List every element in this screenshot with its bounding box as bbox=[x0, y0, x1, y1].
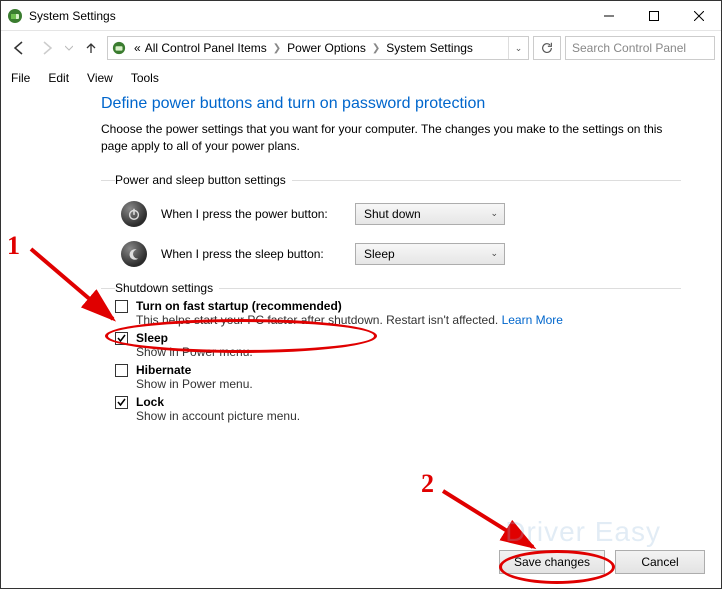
lock-checkbox[interactable] bbox=[115, 396, 128, 409]
maximize-button[interactable] bbox=[631, 1, 676, 31]
sleep-button-label: When I press the sleep button: bbox=[161, 247, 341, 261]
menu-tools[interactable]: Tools bbox=[131, 71, 159, 85]
minimize-button[interactable] bbox=[586, 1, 631, 31]
watermark: Driver Easy bbox=[505, 516, 661, 548]
power-options-icon bbox=[110, 39, 128, 57]
window-title: System Settings bbox=[29, 9, 116, 23]
power-icon bbox=[121, 201, 147, 227]
hibernate-label: Hibernate bbox=[136, 363, 253, 377]
refresh-button[interactable] bbox=[533, 36, 561, 60]
sleep-button-row: When I press the sleep button: Sleep ⌄ bbox=[121, 241, 681, 267]
save-changes-button[interactable]: Save changes bbox=[499, 550, 605, 574]
chevron-down-icon: ⌄ bbox=[490, 248, 498, 259]
fast-startup-label: Turn on fast startup (recommended) bbox=[136, 299, 563, 313]
power-button-row: When I press the power button: Shut down… bbox=[121, 201, 681, 227]
hibernate-desc: Show in Power menu. bbox=[136, 377, 253, 391]
hibernate-checkbox[interactable] bbox=[115, 364, 128, 377]
hibernate-row: Hibernate Show in Power menu. bbox=[115, 363, 681, 391]
search-input[interactable]: Search Control Panel bbox=[565, 36, 715, 60]
fast-startup-checkbox[interactable] bbox=[115, 300, 128, 313]
annotation-number-2: 2 bbox=[421, 469, 434, 499]
search-placeholder: Search Control Panel bbox=[572, 41, 686, 55]
address-bar[interactable]: « All Control Panel Items ❯ Power Option… bbox=[107, 36, 529, 60]
address-dropdown[interactable]: ⌄ bbox=[508, 37, 528, 59]
breadcrumb-root[interactable]: « bbox=[132, 41, 143, 55]
page-description: Choose the power settings that you want … bbox=[101, 121, 681, 155]
chevron-right-icon: ❯ bbox=[368, 43, 384, 54]
title-bar: System Settings bbox=[1, 1, 721, 31]
shutdown-section-header: Shutdown settings bbox=[101, 281, 681, 295]
close-button[interactable] bbox=[676, 1, 721, 31]
power-sleep-section-header: Power and sleep button settings bbox=[101, 173, 681, 187]
button-row: Save changes Cancel bbox=[499, 550, 705, 574]
power-button-select[interactable]: Shut down ⌄ bbox=[355, 203, 505, 225]
menu-edit[interactable]: Edit bbox=[48, 71, 69, 85]
navigation-bar: « All Control Panel Items ❯ Power Option… bbox=[1, 31, 721, 65]
lock-label: Lock bbox=[136, 395, 300, 409]
learn-more-link[interactable]: Learn More bbox=[502, 313, 563, 327]
menu-bar: File Edit View Tools bbox=[1, 65, 721, 95]
page-title: Define power buttons and turn on passwor… bbox=[101, 95, 681, 113]
sleep-row: Sleep Show in Power menu. bbox=[115, 331, 681, 359]
power-options-icon bbox=[7, 8, 23, 24]
history-dropdown[interactable] bbox=[63, 36, 75, 60]
forward-button[interactable] bbox=[35, 36, 59, 60]
chevron-right-icon: ❯ bbox=[269, 43, 285, 54]
sleep-desc: Show in Power menu. bbox=[136, 345, 253, 359]
breadcrumb-item[interactable]: System Settings bbox=[384, 41, 475, 55]
menu-view[interactable]: View bbox=[87, 71, 113, 85]
chevron-down-icon: ⌄ bbox=[490, 208, 498, 219]
breadcrumb-item[interactable]: All Control Panel Items bbox=[143, 41, 269, 55]
back-button[interactable] bbox=[7, 36, 31, 60]
sleep-checkbox[interactable] bbox=[115, 332, 128, 345]
fast-startup-desc: This helps start your PC faster after sh… bbox=[136, 313, 563, 327]
content-area: Define power buttons and turn on passwor… bbox=[1, 95, 721, 423]
fast-startup-row: Turn on fast startup (recommended) This … bbox=[115, 299, 681, 327]
lock-row: Lock Show in account picture menu. bbox=[115, 395, 681, 423]
power-button-label: When I press the power button: bbox=[161, 207, 341, 221]
window-controls bbox=[586, 1, 721, 31]
cancel-button[interactable]: Cancel bbox=[615, 550, 705, 574]
sleep-label: Sleep bbox=[136, 331, 253, 345]
up-button[interactable] bbox=[79, 36, 103, 60]
lock-desc: Show in account picture menu. bbox=[136, 409, 300, 423]
sleep-icon bbox=[121, 241, 147, 267]
sleep-button-select[interactable]: Sleep ⌄ bbox=[355, 243, 505, 265]
menu-file[interactable]: File bbox=[11, 71, 30, 85]
breadcrumb-item[interactable]: Power Options bbox=[285, 41, 368, 55]
